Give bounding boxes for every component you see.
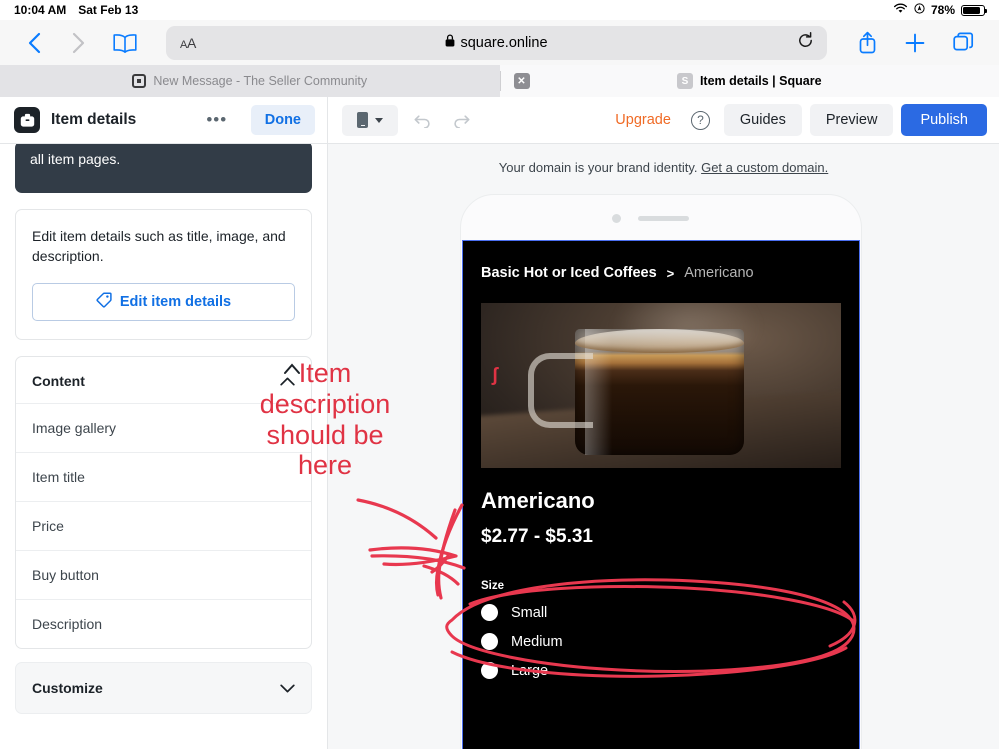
share-button[interactable]	[845, 26, 889, 60]
option-small[interactable]: Small	[481, 604, 841, 621]
square-s-favicon: S	[677, 73, 693, 89]
sidebar-item-description[interactable]: Description	[16, 599, 311, 648]
tooltip-text: all item pages.	[30, 151, 120, 167]
product-name: Americano	[481, 488, 841, 514]
url-display: square.online	[166, 34, 827, 51]
device-selector[interactable]	[342, 105, 398, 136]
reload-icon[interactable]	[797, 32, 814, 54]
preview-button[interactable]: Preview	[810, 104, 894, 136]
address-bar[interactable]: AA square.online	[166, 26, 827, 60]
option-label: Medium	[511, 634, 563, 650]
status-right-cluster: 78%	[893, 3, 985, 17]
redo-icon[interactable]	[446, 105, 478, 136]
editor-toolbar: Upgrade ? Guides Preview Publish	[328, 97, 999, 144]
app-header: Item details ••• Done Upgrade ? Guides P…	[0, 97, 999, 144]
screen-root: 10:04 AM Sat Feb 13 78% AA	[0, 0, 999, 749]
chevron-down-icon	[375, 118, 383, 123]
tab-title: New Message - The Seller Community	[153, 74, 367, 88]
tag-icon	[96, 292, 112, 312]
product-price: $2.77 - $5.31	[481, 526, 841, 548]
guides-button[interactable]: Guides	[724, 104, 802, 136]
photo-coffee-mug	[575, 329, 744, 454]
edit-item-details-label: Edit item details	[120, 294, 231, 310]
browser-tab-inactive[interactable]: New Message - The Seller Community	[0, 65, 500, 97]
mobile-device-icon	[357, 112, 368, 128]
tab-strip: New Message - The Seller Community ✕ S I…	[0, 65, 999, 97]
card-body: Edit item details such as title, image, …	[16, 210, 311, 339]
wifi-icon	[893, 3, 908, 17]
publish-button[interactable]: Publish	[901, 104, 987, 136]
page-title: Item details	[51, 111, 136, 129]
ios-status-bar: 10:04 AM Sat Feb 13 78%	[0, 0, 999, 20]
ellipsis-icon[interactable]: •••	[202, 105, 232, 135]
done-button[interactable]: Done	[251, 105, 315, 135]
breadcrumb-current: Americano	[684, 265, 753, 281]
text-size-button[interactable]: AA	[180, 35, 196, 51]
annotation-stray-mark: ʃ	[492, 366, 501, 386]
location-icon	[914, 3, 925, 17]
sidebar-item-buy-button[interactable]: Buy button	[16, 550, 311, 599]
new-tab-button[interactable]	[893, 26, 937, 60]
edit-item-details-card: Edit item details such as title, image, …	[15, 209, 312, 340]
phone-screen: Basic Hot or Iced Coffees > Americano ʃ …	[462, 240, 860, 749]
radio-icon[interactable]	[481, 604, 498, 621]
close-icon[interactable]: ✕	[514, 73, 530, 89]
customize-section-title: Customize	[32, 680, 103, 696]
card-description: Edit item details such as title, image, …	[32, 226, 295, 267]
tab-title: Item details | Square	[700, 74, 822, 88]
customize-section-header[interactable]: Customize	[15, 662, 312, 714]
option-medium[interactable]: Medium	[481, 633, 841, 650]
battery-percent: 78%	[931, 3, 955, 17]
option-large[interactable]: Large	[481, 662, 841, 679]
question-circle-icon[interactable]: ?	[691, 111, 710, 130]
breadcrumb-separator: >	[667, 266, 675, 281]
speaker-grill-icon	[638, 216, 689, 221]
get-custom-domain-link[interactable]: Get a custom domain.	[701, 160, 828, 175]
annotation-text: Item description should be here	[240, 358, 410, 481]
annotation-line-4: here	[240, 450, 410, 481]
onboarding-tooltip: all item pages.	[15, 144, 312, 193]
radio-icon[interactable]	[481, 662, 498, 679]
undo-icon[interactable]	[406, 105, 438, 136]
browser-tab-active[interactable]: ✕ S Item details | Square	[500, 65, 999, 97]
annotation-line-2: description	[240, 389, 410, 420]
editor-canvas: Your domain is your brand identity. Get …	[328, 144, 999, 749]
photo-mug-handle	[528, 353, 593, 429]
domain-banner: Your domain is your brand identity. Get …	[328, 144, 999, 175]
breadcrumb: Basic Hot or Iced Coffees > Americano	[463, 241, 859, 281]
breadcrumb-parent[interactable]: Basic Hot or Iced Coffees	[481, 265, 657, 281]
radio-icon[interactable]	[481, 633, 498, 650]
status-time: 10:04 AM	[14, 3, 66, 17]
option-label: Large	[511, 663, 548, 679]
dark-square-favicon	[132, 74, 146, 88]
status-date: Sat Feb 13	[78, 3, 138, 17]
tab-divider	[500, 71, 501, 91]
domain-banner-text: Your domain is your brand identity.	[499, 160, 698, 175]
forward-button[interactable]	[58, 26, 98, 60]
option-label: Small	[511, 605, 547, 621]
panel-header: Item details ••• Done	[0, 97, 328, 144]
lock-icon	[445, 34, 455, 51]
upgrade-link[interactable]: Upgrade	[609, 112, 677, 128]
option-group-label: Size	[481, 580, 841, 592]
bookmarks-button[interactable]	[102, 26, 148, 60]
sidebar-item-price[interactable]: Price	[16, 501, 311, 550]
battery-icon	[961, 5, 985, 16]
annotation-line-1: Item	[240, 358, 410, 389]
phone-preview-frame: Basic Hot or Iced Coffees > Americano ʃ …	[460, 194, 862, 749]
annotation-line-3: should be	[240, 420, 410, 451]
back-button[interactable]	[14, 26, 54, 60]
square-online-logo-icon	[14, 107, 40, 133]
content-section-title: Content	[32, 373, 85, 389]
edit-item-details-button[interactable]: Edit item details	[32, 283, 295, 321]
camera-dot-icon	[612, 214, 621, 223]
browser-toolbar: AA square.online	[0, 20, 999, 65]
tabs-overview-button[interactable]	[941, 26, 985, 60]
url-text: square.online	[460, 35, 547, 51]
chevron-down-icon[interactable]	[280, 680, 295, 696]
product-details: Americano $2.77 - $5.31 Size Small Mediu…	[463, 468, 859, 679]
product-image[interactable]: ʃ	[481, 303, 841, 468]
